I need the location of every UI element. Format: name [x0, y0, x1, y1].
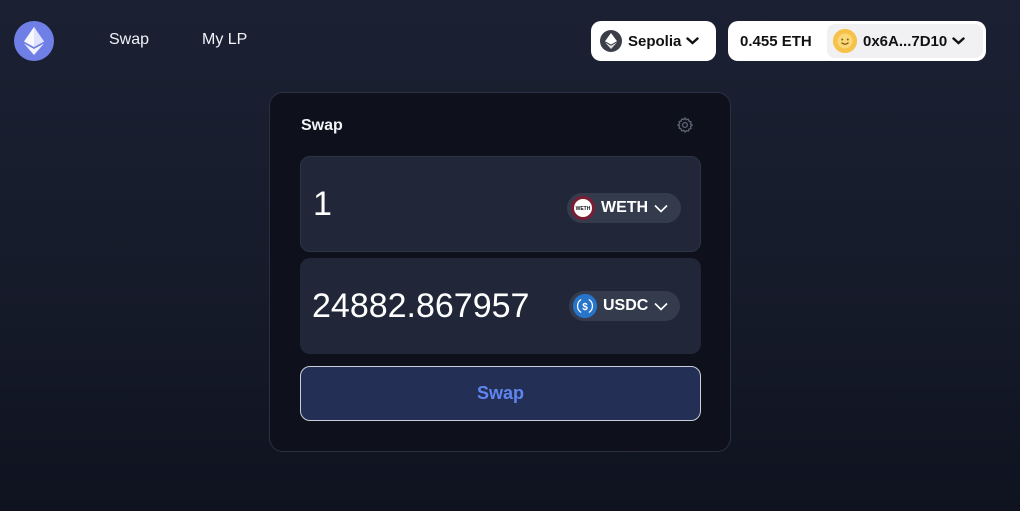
to-token-box: $ USDC — [300, 258, 701, 354]
nav-swap-link[interactable]: Swap — [109, 31, 149, 49]
from-token-selector[interactable]: WETH WETH — [567, 193, 681, 223]
wallet-balance: 0.455 ETH — [740, 32, 812, 50]
svg-text:$: $ — [582, 302, 588, 313]
ethereum-icon — [600, 30, 622, 52]
network-label: Sepolia — [628, 32, 682, 50]
avatar — [833, 29, 857, 53]
card-title: Swap — [301, 117, 343, 134]
to-token-label: USDC — [603, 297, 649, 314]
nav-my-lp-link[interactable]: My LP — [202, 31, 247, 49]
app-logo[interactable] — [14, 21, 54, 61]
chevron-down-icon — [654, 204, 668, 213]
from-amount-input[interactable] — [313, 157, 553, 251]
chevron-down-icon — [654, 302, 668, 311]
wallet-address: 0x6A...7D10 — [863, 32, 948, 50]
ethereum-icon — [24, 27, 44, 55]
from-token-label: WETH — [601, 199, 649, 216]
chevron-down-icon — [686, 37, 700, 45]
gear-icon[interactable] — [675, 115, 695, 135]
network-selector[interactable]: Sepolia — [591, 21, 716, 61]
to-token-selector[interactable]: $ USDC — [569, 291, 680, 321]
to-amount-input[interactable] — [312, 258, 552, 354]
swap-button[interactable]: Swap — [300, 366, 701, 421]
account-chip[interactable]: 0x6A...7D10 — [827, 24, 983, 58]
usdc-token-icon: $ — [573, 294, 597, 318]
chevron-down-icon — [952, 37, 965, 45]
from-token-box: WETH WETH — [300, 156, 701, 252]
weth-token-icon: WETH — [571, 196, 595, 220]
weth-icon-text: WETH — [576, 206, 591, 212]
swap-card: Swap WETH WETH — [269, 92, 731, 452]
wallet-button[interactable]: 0.455 ETH 0x6A...7D10 — [728, 21, 986, 61]
